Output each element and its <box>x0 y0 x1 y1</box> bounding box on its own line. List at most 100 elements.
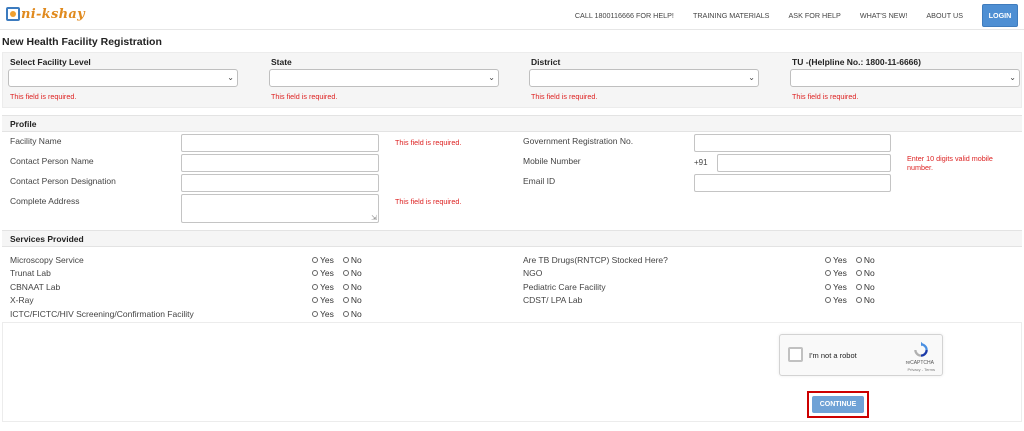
radio-no-label: No <box>350 295 362 305</box>
radio-no-label: No <box>863 268 875 278</box>
nikshay-logo[interactable]: ni-kshay <box>6 5 85 23</box>
captcha-links[interactable]: Privacy - Terms <box>908 367 935 372</box>
radio-yes[interactable] <box>825 270 831 276</box>
page-title: New Health Facility Registration <box>2 36 162 48</box>
government-registration-label: Government Registration No. <box>523 136 634 146</box>
state-select[interactable]: ⌄ <box>269 69 499 87</box>
service-ngo-options: Yes No <box>825 268 884 278</box>
radio-no-label: No <box>863 255 875 265</box>
service-tb-drugs-label: Are TB Drugs(RNTCP) Stocked Here? <box>523 255 668 265</box>
radio-yes[interactable] <box>825 284 831 290</box>
radio-yes-label: Yes <box>320 309 334 319</box>
chevron-down-icon: ⌄ <box>488 73 495 82</box>
mobile-number-input[interactable] <box>717 154 891 172</box>
service-ictc-options: Yes No <box>312 309 371 319</box>
facility-name-input[interactable] <box>181 134 379 152</box>
radio-no-label: No <box>350 255 362 265</box>
complete-address-error: This field is required. <box>395 197 462 206</box>
radio-yes-label: Yes <box>833 295 847 305</box>
divider <box>1021 322 1022 422</box>
service-xray-label: X-Ray <box>10 295 34 305</box>
state-label: State <box>271 57 292 67</box>
radio-yes-label: Yes <box>320 255 334 265</box>
radio-no-label: No <box>863 295 875 305</box>
nav-call-help[interactable]: CALL 1800116666 FOR HELP! <box>575 11 674 20</box>
service-ictc-label: ICTC/FICTC/HIV Screening/Confirmation Fa… <box>10 309 194 319</box>
service-microscopy-label: Microscopy Service <box>10 255 84 265</box>
tu-label: TU -(Helpline No.: 1800-11-6666) <box>792 57 921 67</box>
complete-address-textarea[interactable]: ⇲ <box>181 194 379 223</box>
captcha-checkbox[interactable] <box>788 347 803 362</box>
service-ngo-label: NGO <box>523 268 543 278</box>
radio-yes-label: Yes <box>833 268 847 278</box>
service-cbnaat-label: CBNAAT Lab <box>10 282 61 292</box>
continue-highlight: CONTINUE <box>807 391 869 418</box>
profile-section-heading: Profile <box>2 115 1022 132</box>
nav-ask-for-help[interactable]: ASK FOR HELP <box>788 11 840 20</box>
divider <box>2 322 3 422</box>
service-cdst-lpa-options: Yes No <box>825 295 884 305</box>
government-registration-input[interactable] <box>694 134 891 152</box>
captcha-label: I'm not a robot <box>809 351 857 360</box>
contact-person-designation-input[interactable] <box>181 174 379 192</box>
tu-error: This field is required. <box>792 92 859 101</box>
facility-name-label: Facility Name <box>10 136 62 146</box>
email-label: Email ID <box>523 176 556 186</box>
radio-no[interactable] <box>855 270 862 276</box>
continue-button[interactable]: CONTINUE <box>812 396 864 413</box>
service-trunat-label: Trunat Lab <box>10 268 51 278</box>
facility-level-error: This field is required. <box>10 92 77 101</box>
nav-whats-new[interactable]: WHAT'S NEW! <box>860 11 908 20</box>
radio-yes[interactable] <box>825 297 831 303</box>
radio-yes[interactable] <box>312 297 318 303</box>
services-section-heading: Services Provided <box>2 230 1022 247</box>
radio-no-label: No <box>350 309 362 319</box>
resize-grip-icon[interactable]: ⇲ <box>371 215 377 222</box>
nav-training-materials[interactable]: TRAINING MATERIALS <box>693 11 770 20</box>
contact-person-name-input[interactable] <box>181 154 379 172</box>
service-pediatric-label: Pediatric Care Facility <box>523 282 606 292</box>
radio-yes[interactable] <box>312 257 318 263</box>
email-input[interactable] <box>694 174 891 192</box>
nav-about-us[interactable]: ABOUT US <box>926 11 963 20</box>
radio-yes[interactable] <box>312 270 318 276</box>
district-error: This field is required. <box>531 92 598 101</box>
radio-no[interactable] <box>342 311 349 317</box>
logo-icon <box>6 7 20 21</box>
radio-yes[interactable] <box>312 284 318 290</box>
radio-yes-label: Yes <box>320 295 334 305</box>
service-xray-options: Yes No <box>312 295 371 305</box>
recaptcha-logo-icon <box>914 341 928 357</box>
service-cdst-lpa-label: CDST/ LPA Lab <box>523 295 583 305</box>
mobile-number-error: Enter 10 digits valid mobile number. <box>907 154 993 172</box>
chevron-down-icon: ⌄ <box>748 73 755 82</box>
nav-menu: CALL 1800116666 FOR HELP! TRAINING MATER… <box>575 0 1024 30</box>
radio-no-label: No <box>863 282 875 292</box>
divider <box>2 322 1022 323</box>
district-select[interactable]: ⌄ <box>529 69 759 87</box>
radio-yes[interactable] <box>825 257 831 263</box>
login-button[interactable]: LOGIN <box>982 3 1018 27</box>
radio-yes-label: Yes <box>320 268 334 278</box>
service-tb-drugs-options: Yes No <box>825 255 884 265</box>
radio-no[interactable] <box>342 297 349 303</box>
service-trunat-options: Yes No <box>312 268 371 278</box>
logo-text: ni-kshay <box>21 6 85 22</box>
facility-level-select[interactable]: ⌄ <box>8 69 238 87</box>
radio-no[interactable] <box>342 270 349 276</box>
state-error: This field is required. <box>271 92 338 101</box>
radio-no[interactable] <box>342 284 349 290</box>
tu-select[interactable]: ⌄ <box>790 69 1020 87</box>
radio-no[interactable] <box>855 284 862 290</box>
radio-no[interactable] <box>342 257 349 263</box>
facility-name-error: This field is required. <box>395 138 462 147</box>
radio-yes-label: Yes <box>833 255 847 265</box>
radio-no[interactable] <box>855 297 862 303</box>
service-microscopy-options: Yes No <box>312 255 371 265</box>
contact-person-designation-label: Contact Person Designation <box>10 176 116 186</box>
service-cbnaat-options: Yes No <box>312 282 371 292</box>
radio-yes[interactable] <box>312 311 318 317</box>
radio-yes-label: Yes <box>320 282 334 292</box>
radio-no[interactable] <box>855 257 862 263</box>
radio-no-label: No <box>350 268 362 278</box>
